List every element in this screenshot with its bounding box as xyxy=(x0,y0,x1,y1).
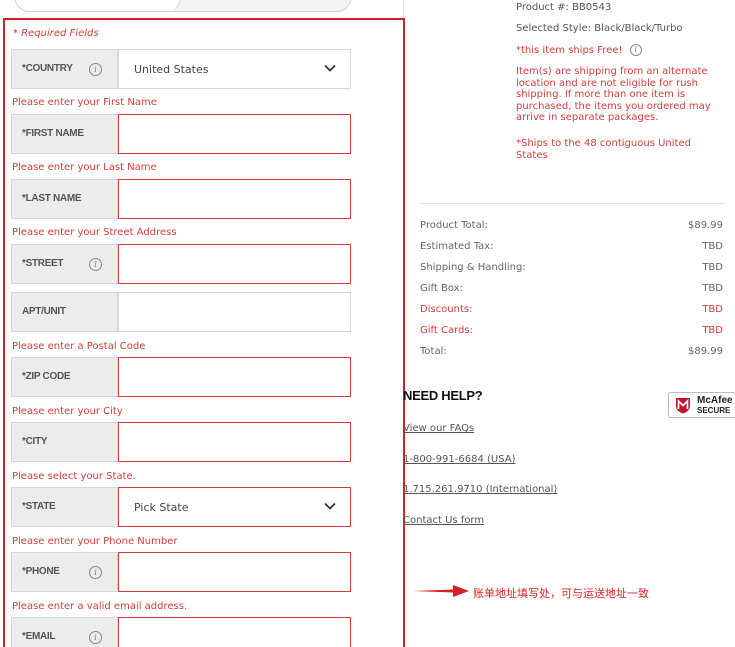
shipping-note-line: purchased, the items you ordered may xyxy=(516,100,711,112)
selected-style: Selected Style: Black/Black/Turbo xyxy=(516,23,683,34)
address-tab-selected[interactable] xyxy=(15,0,181,11)
contiguous-note-line: *Ships to the 48 contiguous United xyxy=(516,138,691,149)
badge-line2: SECURE xyxy=(697,406,731,415)
contact-form-link[interactable]: Contact Us form xyxy=(403,515,484,526)
summary-value: TBD xyxy=(702,304,723,315)
badge-line1: McAfee xyxy=(697,395,733,406)
summary-value: $89.99 xyxy=(688,346,723,357)
contiguous-note: *Ships to the 48 contiguous United State… xyxy=(516,138,728,161)
annotation-note: 账单地址填写处，可与运送地址一致 xyxy=(473,587,649,600)
need-help-heading: NEED HELP? xyxy=(403,388,483,403)
summary-value: TBD xyxy=(702,241,723,252)
contiguous-note-line: States xyxy=(516,149,548,161)
info-icon[interactable]: i xyxy=(629,44,642,56)
summary-label: Discounts: xyxy=(420,304,473,315)
shipping-note-line: shipping. If more than one item is xyxy=(516,89,686,100)
phone-intl-link[interactable]: 1.715.261.9710 (International) xyxy=(403,484,557,495)
summary-label: Gift Cards: xyxy=(420,325,473,336)
faq-link[interactable]: View our FAQs xyxy=(403,423,474,434)
summary-label: Shipping & Handling: xyxy=(420,262,526,273)
arrow-right-icon xyxy=(413,585,469,597)
summary-label: Gift Box: xyxy=(420,283,463,294)
product-number: Product #: BB0543 xyxy=(516,2,612,13)
ships-free-note: *this item ships Free! i xyxy=(516,44,642,57)
shipping-note-line: Item(s) are shipping from an alternate xyxy=(516,66,708,77)
summary-label: Estimated Tax: xyxy=(420,241,494,252)
ships-free-text: *this item ships Free! xyxy=(516,45,623,56)
shipping-note-line: arrive in separate packages. xyxy=(516,112,659,123)
summary-divider xyxy=(420,203,725,204)
shipping-note-line: location and are not eligible for rush xyxy=(516,77,698,89)
phone-usa-link[interactable]: 1-800-991-6684 (USA) xyxy=(403,454,516,465)
summary-label: Total: xyxy=(420,346,447,357)
summary-value: TBD xyxy=(702,283,723,294)
summary-value: TBD xyxy=(702,325,723,336)
shipping-note: Item(s) are shipping from an alternate l… xyxy=(516,66,728,124)
mcafee-secure-badge[interactable]: McAfee SECURE xyxy=(668,392,735,418)
summary-value: TBD xyxy=(702,262,723,273)
address-tab-toggle[interactable] xyxy=(14,0,352,12)
summary-value: $89.99 xyxy=(688,220,723,231)
billing-highlight-frame xyxy=(3,18,405,647)
mcafee-shield-icon xyxy=(676,398,690,414)
summary-label: Product Total: xyxy=(420,220,488,231)
